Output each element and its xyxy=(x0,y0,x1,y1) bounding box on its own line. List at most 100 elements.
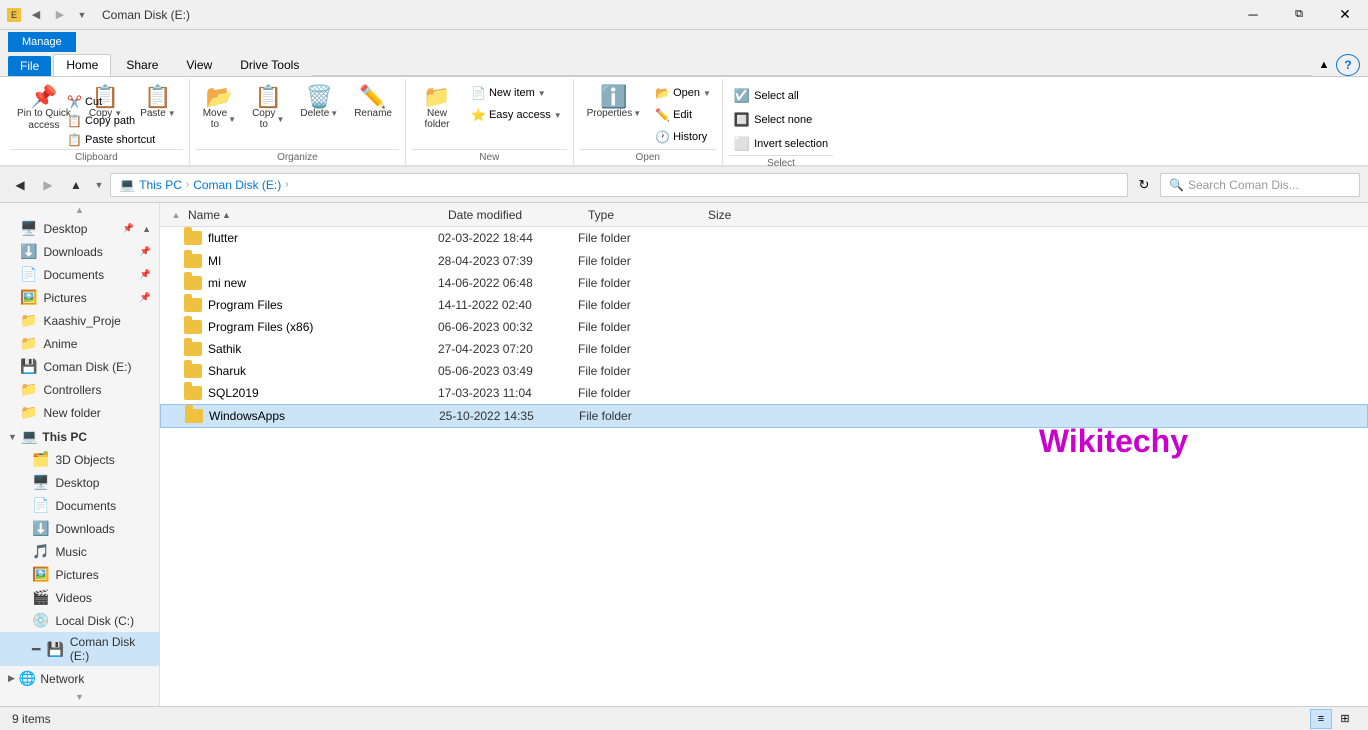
delete-button[interactable]: 🗑️ Delete ▼ xyxy=(293,81,345,124)
sidebar-label: New folder xyxy=(43,406,100,420)
recent-locations-button[interactable]: ▼ xyxy=(92,173,106,197)
copy-to-button[interactable]: 📋 Copy to ▼ xyxy=(245,81,291,135)
cut-button[interactable]: ✂️ Cut xyxy=(62,93,183,111)
copy-path-icon: 📋 xyxy=(67,114,81,128)
sidebar-item-desktop-pinned[interactable]: 🖥️ Desktop 📌 ▲ xyxy=(0,217,159,240)
close-button[interactable]: ✕ xyxy=(1322,0,1368,30)
quick-access-forward[interactable]: ▶ xyxy=(50,5,70,25)
help-button[interactable]: ? xyxy=(1336,54,1360,76)
file-date: 14-06-2022 06:48 xyxy=(438,276,578,290)
file-date: 06-06-2023 00:32 xyxy=(438,320,578,334)
file-row-program-files[interactable]: Program Files 14-11-2022 02:40 File fold… xyxy=(160,294,1368,316)
sort-arrow: ▲ xyxy=(222,210,231,220)
ribbon-collapse[interactable]: ▲ xyxy=(1312,54,1336,76)
sidebar-scroll-down[interactable]: ▼ xyxy=(0,690,159,704)
sidebar-item-kaashiv[interactable]: 📁 Kaashiv_Proje xyxy=(0,309,159,332)
tab-drive-tools[interactable]: Drive Tools xyxy=(227,54,312,76)
sidebar-item-anime[interactable]: 📁 Anime xyxy=(0,332,159,355)
breadcrumb[interactable]: 💻 This PC › Coman Disk (E:) › xyxy=(110,173,1128,197)
sidebar-item-documents-this-pc[interactable]: 📄 Documents xyxy=(0,494,159,517)
tab-file[interactable]: File xyxy=(8,56,51,76)
forward-button[interactable]: ▶ xyxy=(36,173,60,197)
back-button[interactable]: ◀ xyxy=(8,173,32,197)
sidebar-item-network[interactable]: ▶ 🌐 Network xyxy=(0,666,159,690)
new-folder-button[interactable]: 📁 New folder xyxy=(412,81,462,135)
sidebar-item-desktop-this-pc[interactable]: 🖥️ Desktop xyxy=(0,471,159,494)
sidebar-item-downloads-pinned[interactable]: ⬇️ Downloads 📌 xyxy=(0,240,159,263)
select-all-icon: ☑️ xyxy=(734,88,750,104)
file-row-flutter[interactable]: flutter 02-03-2022 18:44 File folder xyxy=(160,227,1368,250)
sidebar-label: Network xyxy=(40,672,84,686)
refresh-button[interactable]: ↻ xyxy=(1132,173,1156,197)
file-row-sathik[interactable]: Sathik 27-04-2023 07:20 File folder xyxy=(160,338,1368,360)
sidebar-item-music[interactable]: 🎵 Music xyxy=(0,540,159,563)
tab-view[interactable]: View xyxy=(173,54,225,76)
file-name: WindowsApps xyxy=(209,409,439,423)
sidebar-item-pictures-this-pc[interactable]: 🖼️ Pictures xyxy=(0,563,159,586)
sidebar-item-this-pc[interactable]: ▼ 💻 This PC xyxy=(0,424,159,448)
sidebar-item-coman-disk-e[interactable]: ━ 💾 Coman Disk (E:) xyxy=(0,632,159,666)
sidebar-item-pictures-pinned[interactable]: 🖼️ Pictures 📌 xyxy=(0,286,159,309)
ribbon-group-open: ℹ️ Properties ▼ 📂 Open ▼ ✏️ Edit 🕐 xyxy=(574,79,723,165)
rename-button[interactable]: ✏️ Rename xyxy=(347,81,399,124)
sidebar-item-coman-disk-qs[interactable]: 💾 Coman Disk (E:) xyxy=(0,355,159,378)
select-none-button[interactable]: 🔲 Select none xyxy=(729,109,833,131)
sidebar-label: Kaashiv_Proje xyxy=(43,314,120,328)
details-view-button[interactable]: ≡ xyxy=(1310,709,1332,729)
folder-icon xyxy=(184,364,202,378)
sidebar-scroll-up[interactable]: ▲ xyxy=(0,203,159,217)
file-area: ▲ Name ▲ Date modified Type Size xyxy=(160,203,1368,706)
file-row-sharuk[interactable]: Sharuk 05-06-2023 03:49 File folder xyxy=(160,360,1368,382)
easy-access-button[interactable]: ⭐ Easy access ▼ xyxy=(466,105,567,125)
file-row-mi[interactable]: MI 28-04-2023 07:39 File folder xyxy=(160,250,1368,272)
file-date: 05-06-2023 03:49 xyxy=(438,364,578,378)
file-row-mi-new[interactable]: mi new 14-06-2022 06:48 File folder xyxy=(160,272,1368,294)
sidebar-item-controllers[interactable]: 📁 Controllers xyxy=(0,378,159,401)
sidebar-label: Downloads xyxy=(55,522,114,536)
tab-share[interactable]: Share xyxy=(113,54,171,76)
quick-access-back[interactable]: ◀ xyxy=(26,5,46,25)
file-row-windows-apps[interactable]: WindowsApps 25-10-2022 14:35 File folder xyxy=(160,404,1368,428)
file-row-program-files-x86[interactable]: Program Files (x86) 06-06-2023 00:32 Fil… xyxy=(160,316,1368,338)
file-row-sql2019[interactable]: SQL2019 17-03-2023 11:04 File folder xyxy=(160,382,1368,404)
copy-path-button[interactable]: 📋 Copy path xyxy=(62,112,183,130)
select-all-button[interactable]: ☑️ Select all xyxy=(729,85,833,107)
properties-button[interactable]: ℹ️ Properties ▼ xyxy=(580,81,649,124)
search-icon: 🔍 xyxy=(1169,178,1184,192)
file-type: File folder xyxy=(579,409,699,423)
sidebar-label: Music xyxy=(55,545,86,559)
col-header-type[interactable]: Type xyxy=(584,208,704,222)
col-header-date[interactable]: Date modified xyxy=(444,208,584,222)
col-header-size[interactable]: Size xyxy=(704,208,784,222)
file-date: 17-03-2023 11:04 xyxy=(438,386,578,400)
history-button[interactable]: 🕐 History xyxy=(650,127,716,147)
file-name: flutter xyxy=(208,231,438,245)
pictures-icon: 🖼️ xyxy=(20,289,37,306)
sidebar-item-3d-objects[interactable]: 🗂️ 3D Objects xyxy=(0,448,159,471)
invert-selection-button[interactable]: ⬜ Invert selection xyxy=(729,133,833,155)
tab-home[interactable]: Home xyxy=(53,54,111,76)
new-item-button[interactable]: 📄 New item ▼ xyxy=(466,83,567,103)
sidebar-item-documents-pinned[interactable]: 📄 Documents 📌 xyxy=(0,263,159,286)
sidebar-label: This PC xyxy=(42,430,87,444)
large-icon-view-button[interactable]: ⊞ xyxy=(1334,709,1356,729)
edit-button[interactable]: ✏️ Edit xyxy=(650,105,716,125)
col-header-name[interactable]: Name ▲ xyxy=(184,208,444,222)
history-label: History xyxy=(673,131,707,143)
maximize-button[interactable]: ⧉ xyxy=(1276,0,1322,30)
up-button[interactable]: ▲ xyxy=(64,173,88,197)
sidebar-item-local-disk[interactable]: 💿 Local Disk (C:) xyxy=(0,609,159,632)
svg-text:E: E xyxy=(11,10,17,20)
minimize-button[interactable]: ─ xyxy=(1230,0,1276,30)
search-box[interactable]: 🔍 Search Coman Dis... xyxy=(1160,173,1360,197)
quick-access-dropdown[interactable]: ▼ xyxy=(74,5,90,25)
move-to-button[interactable]: 📂 Move to ▼ xyxy=(196,81,243,135)
sidebar-label: 3D Objects xyxy=(55,453,114,467)
sidebar-item-downloads-this-pc[interactable]: ⬇️ Downloads xyxy=(0,517,159,540)
sidebar-item-new-folder[interactable]: 📁 New folder xyxy=(0,401,159,424)
sidebar-item-videos[interactable]: 🎬 Videos xyxy=(0,586,159,609)
copy-to-icon: 📋 xyxy=(255,86,282,108)
paste-shortcut-button[interactable]: 📋 Paste shortcut xyxy=(62,131,183,149)
open-button[interactable]: 📂 Open ▼ xyxy=(650,83,716,103)
kaashiv-icon: 📁 xyxy=(20,312,37,329)
